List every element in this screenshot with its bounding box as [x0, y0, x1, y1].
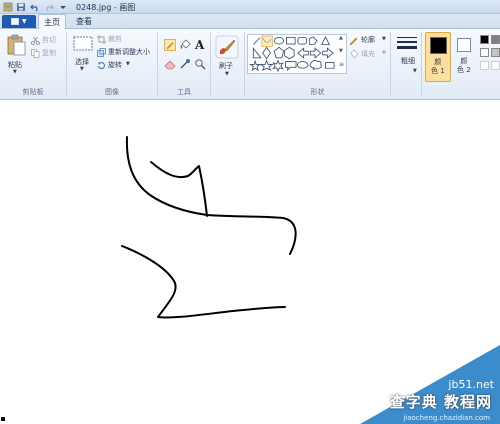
outline-label: 轮廓: [361, 36, 375, 44]
clipboard-group: 粘贴 ▼ 剪切 复制 剪贴板: [0, 29, 66, 100]
save-icon[interactable]: [16, 2, 26, 12]
size-button[interactable]: 粗细 ▼: [394, 34, 420, 80]
tools-group-label: 工具: [177, 88, 191, 96]
image-group-label: 图像: [105, 88, 119, 96]
gallery-scroll-up-icon[interactable]: ▲: [339, 35, 343, 41]
palette-color-black[interactable]: [480, 35, 489, 44]
color1-button[interactable]: 颜 色 1: [425, 32, 451, 82]
size-label: 粗细: [401, 57, 415, 65]
clipboard-group-label: 剪贴板: [22, 88, 44, 96]
stroke-lower-curve: [121, 245, 286, 319]
ribbon-tabs: ▼ 主页 查看: [0, 14, 500, 30]
brush-icon: [215, 35, 239, 59]
rotate-label: 旋转: [108, 61, 122, 69]
resize-label: 重新调整大小: [108, 48, 150, 56]
copy-button[interactable]: 复制: [31, 48, 63, 59]
rotate-icon: [98, 62, 105, 70]
chevron-down-icon: ▼: [225, 71, 229, 77]
copy-label: 复制: [42, 49, 56, 57]
chevron-down-icon: ▼: [413, 68, 417, 74]
shapes-gallery[interactable]: [247, 34, 347, 74]
color2-label: 颜 色 2: [457, 57, 471, 74]
eraser-icon[interactable]: [164, 58, 176, 70]
palette-color-empty[interactable]: [491, 61, 500, 70]
shapes-group-label: 形状: [310, 88, 325, 96]
paste-icon: [7, 34, 26, 56]
resize-button[interactable]: 重新调整大小: [97, 47, 157, 58]
title-bar: 0248.jpg - 画图: [0, 0, 500, 14]
chevron-down-icon: ▼: [382, 36, 386, 42]
window-title: 0248.jpg - 画图: [76, 3, 136, 12]
stroke-left-arc: [125, 136, 297, 255]
resize-icon: [97, 48, 106, 57]
chevron-down-icon: ▼: [126, 61, 130, 67]
paint-app-icon: [3, 2, 13, 12]
magnifier-icon[interactable]: [194, 58, 206, 70]
chevron-down-icon: ▼: [382, 50, 386, 56]
fill-label: 填充: [361, 50, 375, 58]
brushes-group: 刷子 ▼: [211, 29, 244, 100]
color-picker-icon[interactable]: [179, 58, 191, 70]
ribbon: 粘贴 ▼ 剪切 复制 剪贴板 选择 ▼ 裁剪 重新调整大小 旋转 ▼ 图像 A …: [0, 29, 500, 100]
crop-button[interactable]: 裁剪: [97, 34, 155, 45]
fill-bucket-icon[interactable]: [179, 39, 191, 51]
drawing-canvas[interactable]: jb51.net 查字典 教程网 jiaocheng.chazidian.com: [0, 100, 500, 424]
chevron-down-icon: ▼: [80, 66, 84, 72]
outline-button[interactable]: 轮廓 ▼: [349, 34, 389, 46]
gallery-more-icon[interactable]: ≡: [339, 61, 344, 68]
fill-icon: [350, 49, 359, 59]
cut-button[interactable]: 剪切: [31, 35, 63, 46]
pencil-icon[interactable]: [164, 39, 176, 51]
image-group: 选择 ▼ 裁剪 重新调整大小 旋转 ▼ 图像: [67, 29, 157, 100]
cut-label: 剪切: [42, 36, 56, 44]
quick-access-dropdown-icon[interactable]: [58, 2, 68, 12]
color2-swatch: [457, 38, 471, 52]
text-tool-icon[interactable]: A: [195, 38, 204, 52]
line-thickness-icon: [397, 37, 417, 49]
gallery-scroll-down-icon[interactable]: ▼: [339, 48, 343, 54]
copy-icon: [31, 49, 40, 58]
canvas-resize-handle: [1, 417, 5, 421]
file-menu-button[interactable]: ▼: [2, 15, 36, 28]
palette-color-gray[interactable]: [491, 35, 500, 44]
palette-color-empty[interactable]: [480, 61, 489, 70]
select-button[interactable]: 选择 ▼: [71, 35, 95, 75]
color2-button[interactable]: 颜 色 2: [454, 32, 476, 82]
redo-icon[interactable]: [44, 2, 54, 12]
tools-group: A 工具: [158, 29, 210, 100]
brushes-button[interactable]: 刷子 ▼: [213, 33, 242, 81]
color1-swatch: [430, 37, 447, 54]
scissors-icon: [31, 36, 40, 45]
crop-label: 裁剪: [108, 35, 122, 43]
select-rectangle-icon: [73, 36, 93, 51]
tab-home[interactable]: 主页: [38, 14, 66, 30]
undo-icon[interactable]: [30, 2, 40, 12]
shapes-group: ▲ ▼ ≡ 轮廓 ▼ 填充 ▼ 形状: [245, 29, 390, 100]
tab-view[interactable]: 查看: [70, 14, 98, 29]
document-icon: [11, 18, 19, 25]
palette-color-white[interactable]: [480, 48, 489, 57]
size-group: 粗细 ▼: [391, 29, 421, 100]
chevron-down-icon: ▼: [13, 69, 17, 75]
freehand-drawing: [1, 136, 500, 424]
color1-label: 颜 色 1: [431, 58, 445, 75]
fill-button[interactable]: 填充 ▼: [349, 48, 389, 60]
brushes-label: 刷子: [219, 62, 233, 70]
watermark-triangle: [360, 345, 500, 424]
palette-color-light-gray[interactable]: [491, 48, 500, 57]
colors-group: 颜 色 1 颜 色 2: [422, 29, 500, 100]
outline-icon: [349, 37, 358, 45]
paste-button[interactable]: 粘贴 ▼: [5, 34, 27, 75]
chevron-down-icon: ▼: [22, 18, 27, 25]
crop-icon: [97, 35, 106, 44]
rotate-button[interactable]: 旋转 ▼: [97, 60, 137, 71]
